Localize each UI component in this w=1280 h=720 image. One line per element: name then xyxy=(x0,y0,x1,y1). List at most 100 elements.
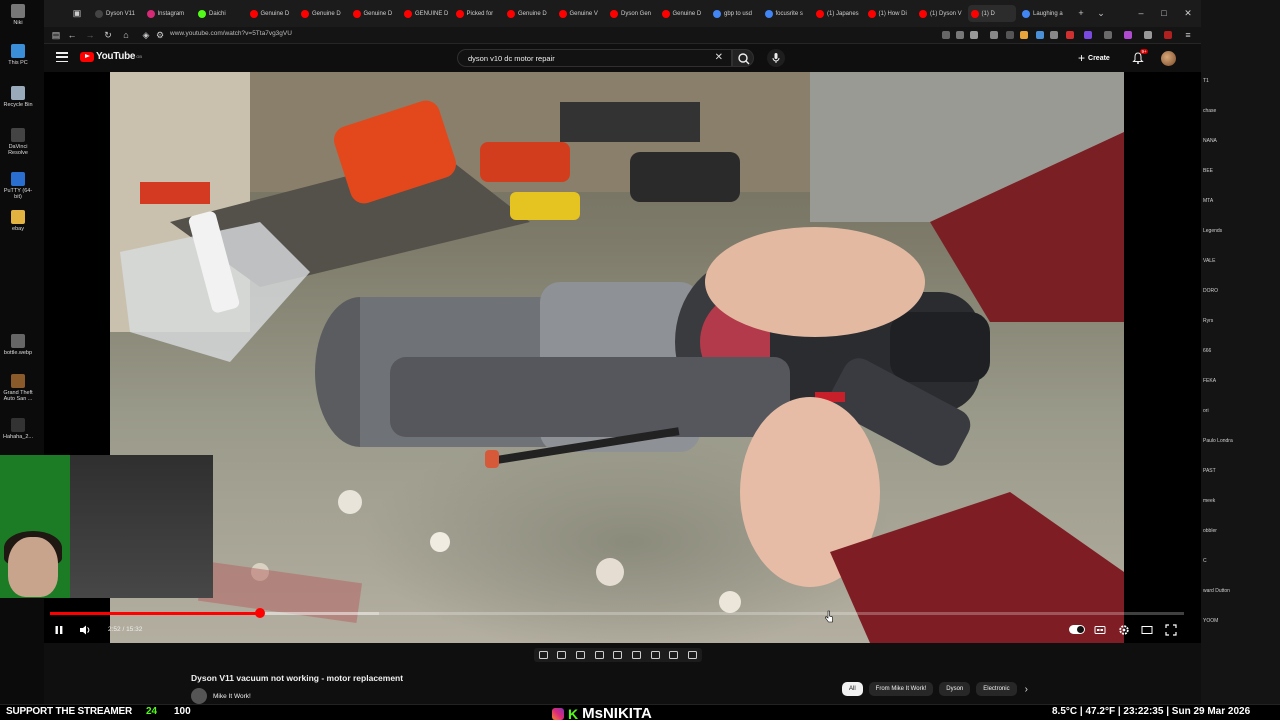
close-window-button[interactable]: ✕ xyxy=(1181,6,1195,20)
browser-tab[interactable]: (1) D xyxy=(967,5,1016,22)
tab-actions-icon[interactable]: ▣ xyxy=(70,6,84,20)
extension-icon[interactable] xyxy=(1164,31,1172,39)
browser-tab[interactable]: Genuine D xyxy=(504,5,553,22)
desktop-icon-recycle-bin[interactable]: Recycle Bin xyxy=(2,86,34,108)
browser-tab[interactable]: Picked for xyxy=(453,5,502,22)
browser-tab[interactable]: Dyson V11 xyxy=(92,5,141,22)
browser-tab[interactable]: (1) How Di xyxy=(865,5,914,22)
browser-tab[interactable]: (1) Japanes xyxy=(813,5,862,22)
browser-tab[interactable]: Genuine D xyxy=(659,5,708,22)
screen-record-icon[interactable] xyxy=(576,651,586,659)
desktop-icon-this-pc[interactable]: This PC xyxy=(2,44,34,66)
desktop-icon-gta[interactable]: Grand Theft Auto San ... xyxy=(2,374,34,402)
tab-favicon-icon xyxy=(198,9,206,18)
chat-message: VALE xyxy=(1203,258,1216,264)
extension-icon[interactable] xyxy=(1036,31,1044,39)
forward-icon[interactable]: → xyxy=(84,29,96,41)
browser-tab[interactable]: Daichi xyxy=(195,5,244,22)
create-button[interactable]: + Create xyxy=(1078,50,1110,66)
chip-all[interactable]: All xyxy=(842,682,863,696)
browser-tab[interactable]: GENUINE D xyxy=(401,5,450,22)
video-frame[interactable] xyxy=(110,72,1124,643)
account-avatar[interactable] xyxy=(1161,51,1176,66)
extension-icon[interactable] xyxy=(1020,31,1028,39)
maximize-button[interactable]: □ xyxy=(1157,6,1171,20)
clear-search-icon[interactable]: ✕ xyxy=(715,52,723,63)
extension-icon[interactable] xyxy=(956,31,964,39)
tab-label: (1) D xyxy=(981,10,995,17)
streamer-face xyxy=(8,537,58,597)
browser-tab[interactable]: Dyson Gen xyxy=(607,5,656,22)
stopwatch-icon[interactable] xyxy=(632,651,642,659)
download-icon[interactable] xyxy=(990,31,998,39)
chevron-right-icon[interactable]: › xyxy=(1025,684,1028,695)
browser-tab[interactable]: Genuine V xyxy=(556,5,605,22)
related-chips: All From Mike It Work! Dyson Electronic … xyxy=(842,682,1028,696)
chip-dyson[interactable]: Dyson xyxy=(939,682,971,696)
extension-icon[interactable] xyxy=(942,31,950,39)
region-capture-icon[interactable] xyxy=(613,651,623,659)
search-button[interactable] xyxy=(732,49,754,67)
audio-icon[interactable] xyxy=(557,651,567,659)
new-tab-button[interactable]: + xyxy=(1074,6,1088,20)
miniplayer-button[interactable] xyxy=(1140,623,1154,637)
profile-icon[interactable] xyxy=(1144,31,1152,39)
subtitles-button[interactable] xyxy=(1093,623,1107,637)
desktop-icon-bottle[interactable]: bottle.webp xyxy=(2,334,34,356)
mute-button[interactable] xyxy=(78,623,92,637)
chat-message: C xyxy=(1203,558,1207,564)
repeat-icon[interactable] xyxy=(538,651,548,659)
reload-icon[interactable]: ↻ xyxy=(102,29,114,41)
extension-icon[interactable] xyxy=(1084,31,1092,39)
shield-icon[interactable]: ◈ xyxy=(140,29,152,41)
desktop-icon-putty[interactable]: PuTTY (64-bit) xyxy=(2,172,34,200)
site-settings-icon[interactable]: ⚙ xyxy=(154,29,166,41)
extension-icon[interactable] xyxy=(1104,31,1112,39)
desktop-icon-ebay[interactable]: ebay xyxy=(2,210,34,232)
desktop-icon-niki[interactable]: Niki xyxy=(2,4,34,26)
favorite-icon[interactable] xyxy=(970,31,978,39)
url-field[interactable]: www.youtube.com/watch?v=5Tta7vg3gVU xyxy=(170,30,292,37)
search-input[interactable]: dyson v10 dc motor repair ✕ xyxy=(457,49,732,67)
home-icon[interactable]: ⌂ xyxy=(120,29,132,41)
browser-tab[interactable]: Genuine D xyxy=(350,5,399,22)
minimize-button[interactable]: – xyxy=(1134,6,1148,20)
window-capture-icon[interactable] xyxy=(594,651,604,659)
extension-icon[interactable] xyxy=(1006,31,1014,39)
browser-tab[interactable]: gbp to usd xyxy=(710,5,759,22)
browser-menu-icon[interactable]: ≡ xyxy=(1182,29,1194,41)
extension-icon[interactable] xyxy=(1050,31,1058,39)
video-player[interactable]: 2:52 / 15:32 xyxy=(44,72,1201,643)
guide-menu-icon[interactable] xyxy=(56,52,68,62)
voice-search-button[interactable] xyxy=(767,49,785,67)
channel-avatar[interactable] xyxy=(191,688,207,704)
channel-name[interactable]: Mike It Work! xyxy=(213,693,251,700)
camera-icon[interactable] xyxy=(669,651,679,659)
autoplay-toggle[interactable] xyxy=(1069,625,1085,634)
progress-bar[interactable] xyxy=(50,612,1184,615)
browser-tab[interactable]: Genuine D xyxy=(298,5,347,22)
desktop-icon-hahaha[interactable]: Hahaha_2... xyxy=(2,418,34,440)
back-icon[interactable]: ← xyxy=(66,29,78,41)
chip-from-channel[interactable]: From Mike It Work! xyxy=(868,682,934,696)
settings-button[interactable] xyxy=(1117,623,1131,637)
fullscreen-button[interactable] xyxy=(1164,623,1178,637)
sidebar-toggle-icon[interactable]: ▤ xyxy=(50,29,62,41)
browser-tab[interactable]: Instagram xyxy=(144,5,193,22)
tab-label: gbp to usd xyxy=(724,10,753,17)
extension-icon[interactable] xyxy=(1066,31,1074,39)
youtube-logo[interactable]: YouTube GB xyxy=(80,51,142,62)
pause-button[interactable] xyxy=(52,623,66,637)
browser-tab[interactable]: focusrite s xyxy=(762,5,811,22)
tab-search-icon[interactable]: ⌄ xyxy=(1094,6,1108,20)
browser-tab[interactable]: Genuine D xyxy=(247,5,296,22)
picture-in-picture-icon[interactable] xyxy=(650,651,660,659)
extension-icon[interactable] xyxy=(1124,31,1132,39)
gear-icon[interactable] xyxy=(688,651,698,659)
desktop-icon-davinci[interactable]: DaVinci Resolve xyxy=(2,128,34,156)
chip-electronic[interactable]: Electronic xyxy=(976,682,1017,696)
browser-tab[interactable]: Laughing a xyxy=(1019,5,1068,22)
scrubber-handle[interactable] xyxy=(254,608,265,618)
chat-message: Ryrs xyxy=(1203,318,1214,324)
browser-tab[interactable]: (1) Dyson V xyxy=(916,5,965,22)
